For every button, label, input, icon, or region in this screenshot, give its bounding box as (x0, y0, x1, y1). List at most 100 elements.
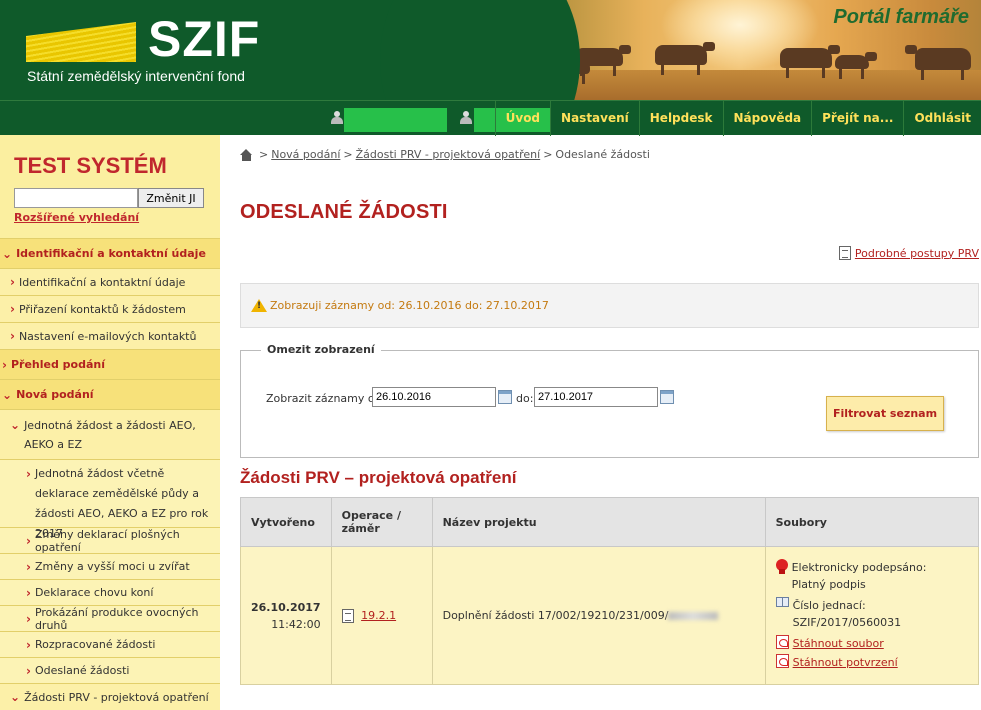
chevron-right-icon: › (26, 467, 31, 481)
nav-item-uvod[interactable]: Úvod (494, 101, 550, 136)
breadcrumb-current: Odeslané žádosti (555, 148, 650, 161)
section-title: Žádosti PRV – projektová opatření (240, 468, 517, 487)
breadcrumb-zadosti-prv[interactable]: Žádosti PRV - projektová opatření (356, 148, 541, 161)
filter-to-label: do: (516, 392, 534, 405)
sidebar-item-label: Identifikační a kontaktní údaje (18, 275, 186, 289)
user-icon (330, 111, 344, 125)
filter-button[interactable]: Filtrovat seznam (826, 396, 944, 431)
portal-title: Portál farmáře (833, 6, 969, 28)
breadcrumb-separator: > (259, 148, 269, 161)
sidebar-item-jednotna-zadost-2017[interactable]: › Jednotná žádost včetně deklarace zemědě… (0, 459, 220, 540)
sidebar-item-nova-podani[interactable]: ⌄ Nová podání (0, 379, 220, 409)
cow-silhouette (655, 42, 715, 75)
signature-info: Elektronicky podepsáno: Platný podpis (775, 558, 968, 593)
sidebar-item-prehled-podani[interactable]: › Přehled podání (0, 349, 220, 379)
calendar-icon[interactable] (498, 390, 512, 404)
download-confirm-link[interactable]: Stáhnout potvrzení (793, 654, 898, 671)
nav-menu: Úvod Nastavení Helpdesk Nápověda Přejít … (494, 101, 981, 136)
created-date: 26.10.2017 (251, 600, 321, 614)
top-navbar: Úvod Nastavení Helpdesk Nápověda Přejít … (0, 100, 981, 136)
sidebar-item-jednotna-zadost[interactable]: ⌄ Jednotná žádost a žádosti AEO, AEKO a E… (0, 409, 220, 459)
postupy-link-label: Podrobné postupy PRV (854, 246, 979, 260)
sidebar-item-label: Přiřazení kontaktů k žádostem (18, 302, 186, 316)
sidebar-item-label: Odeslané žádosti (34, 664, 130, 677)
chevron-right-icon: › (2, 357, 7, 372)
logo-subtitle: Státní zemědělský intervenční fond (27, 68, 245, 84)
date-from-input[interactable] (372, 387, 496, 407)
advanced-search-link[interactable]: Rozšířené vyhledání (14, 211, 139, 224)
change-ji-button[interactable]: Změnit JI (138, 188, 204, 208)
home-icon[interactable] (240, 148, 253, 161)
chevron-right-icon: › (26, 663, 31, 678)
breadcrumb-separator: > (543, 148, 553, 161)
sidebar-item-zmeny-deklaraci[interactable]: › Změny deklarací plošných opatření (0, 527, 220, 554)
chevron-right-icon: › (10, 329, 15, 343)
sidebar: TEST SYSTÉM Změnit JI Rozšířené vyhledán… (0, 135, 220, 710)
sidebar-item-identifikacni[interactable]: ⌄ Identifikační a kontaktní údaje (0, 238, 220, 268)
chevron-right-icon: › (10, 275, 15, 289)
nav-item-helpdesk[interactable]: Helpdesk (638, 101, 723, 136)
breadcrumb-nova-podani[interactable]: Nová podání (271, 148, 340, 161)
chevron-right-icon: › (26, 533, 31, 548)
cell-created: 26.10.2017 11:42:00 (240, 546, 332, 685)
chevron-right-icon: › (26, 559, 31, 574)
warning-icon (251, 299, 267, 312)
calendar-icon[interactable] (660, 390, 674, 404)
cow-silhouette (905, 45, 971, 80)
nav-item-napoveda[interactable]: Nápověda (722, 101, 812, 136)
chevron-right-icon: › (26, 611, 31, 626)
download-file-row: Stáhnout soubor (775, 634, 968, 652)
sidebar-item-zadosti-prv[interactable]: ⌄ Žádosti PRV - projektová opatření (0, 683, 220, 710)
reference-info: Číslo jednací: SZIF/2017/0560031 (775, 596, 968, 631)
nav-item-odhlasit[interactable]: Odhlásit (903, 101, 981, 136)
chevron-right-icon: › (26, 585, 31, 600)
system-title: TEST SYSTÉM (14, 153, 167, 178)
sidebar-item-label: Žádosti PRV - projektová opatření (24, 690, 209, 704)
cell-project: Doplnění žádosti 17/002/19210/231/009/ (431, 546, 766, 685)
user-icon (459, 111, 473, 125)
ref-label: Číslo jednací: (792, 598, 866, 612)
filter-fieldset: Omezit zobrazení Zobrazit záznamy od: do… (240, 343, 979, 458)
sidebar-item-emailove-kontakty[interactable]: › Nastavení e-mailových kontaktů (0, 322, 220, 349)
sidebar-item-label: Identifikační a kontaktní údaje (16, 247, 206, 260)
nav-item-nastaveni[interactable]: Nastavení (550, 101, 639, 136)
column-header-project: Název projektu (431, 497, 766, 547)
sidebar-item-label: Změny deklarací plošných opatření (34, 527, 180, 554)
operation-link[interactable]: 19.2.1 (361, 609, 396, 622)
ref-value: SZIF/2017/0560031 (792, 615, 902, 629)
sidebar-item-zmeny-zvirat[interactable]: › Změny a vyšší moci u zvířat (0, 553, 220, 579)
table-row: 26.10.2017 11:42:00 19.2.1 Doplnění žádo… (240, 546, 980, 685)
sidebar-item-label: Nastavení e-mailových kontaktů (18, 329, 197, 343)
sidebar-item-label: Deklarace chovu koní (34, 586, 154, 599)
pdf-icon (775, 653, 789, 668)
pdf-icon (775, 634, 789, 649)
sidebar-item-label: Rozpracované žádosti (34, 638, 156, 651)
book-icon (775, 596, 789, 607)
info-text: Zobrazuji záznamy od: 26.10.2016 do: 27.… (270, 299, 549, 312)
sidebar-item-prirazeni-kontaktu[interactable]: › Přiřazení kontaktů k žádostem (0, 295, 220, 322)
sidebar-item-label: Jednotná žádost a žádosti AEO, AEKO a EZ (24, 419, 196, 451)
cow-silhouette (835, 52, 877, 79)
date-to-input[interactable] (534, 387, 658, 407)
document-icon (341, 608, 354, 623)
postupy-link[interactable]: Podrobné postupy PRV (838, 246, 979, 260)
szif-logo-flag (26, 22, 136, 62)
signed-value: Platný podpis (791, 577, 866, 591)
column-header-created: Vytvořeno (240, 497, 332, 547)
page-title: ODESLANÉ ŽÁDOSTI (240, 201, 448, 223)
ji-input[interactable] (14, 188, 138, 208)
filter-from-label: Zobrazit záznamy od: (266, 392, 386, 405)
cow-silhouette (575, 45, 631, 76)
sidebar-item-odeslane[interactable]: › Odeslané žádosti (0, 657, 220, 683)
sidebar-item-ovocne-druhy[interactable]: › Prokázání produkce ovocných druhů (0, 605, 220, 632)
column-header-operation: Operace / záměr (330, 497, 433, 547)
nav-item-prejit-na[interactable]: Přejít na... (811, 101, 903, 136)
column-header-files: Soubory (764, 497, 980, 547)
sidebar-item-rozpracovane[interactable]: › Rozpracované žádosti (0, 631, 220, 657)
sidebar-item-deklarace-koni[interactable]: › Deklarace chovu koní (0, 579, 220, 605)
sidebar-item-identifikacni-udaje[interactable]: › Identifikační a kontaktní údaje (0, 268, 220, 295)
cell-files: Elektronicky podepsáno: Platný podpis Čí… (764, 546, 980, 685)
user-name-field[interactable] (344, 108, 447, 132)
download-confirm-row: Stáhnout potvrzení (775, 653, 968, 671)
download-file-link[interactable]: Stáhnout soubor (793, 635, 884, 652)
